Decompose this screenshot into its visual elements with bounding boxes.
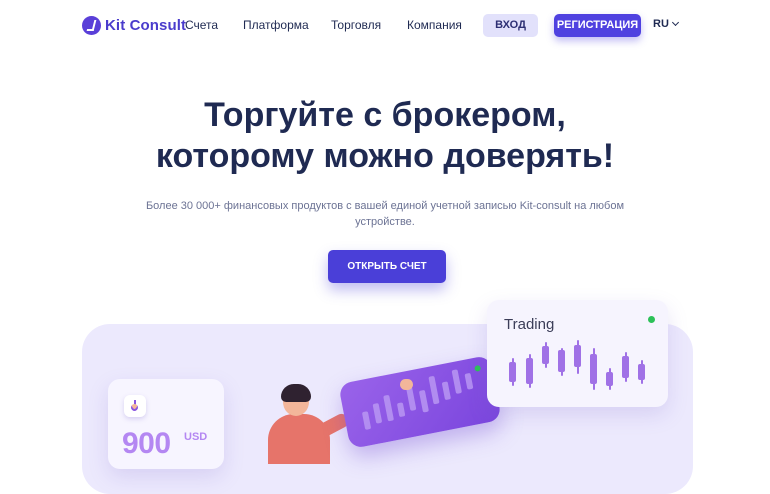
nav-trading[interactable]: Торговля bbox=[331, 18, 381, 32]
logo-text: Kit Consult bbox=[105, 16, 187, 34]
logo[interactable]: Kit Consult bbox=[82, 14, 186, 36]
deposit-amount: 900 bbox=[122, 427, 171, 460]
trading-status-dot bbox=[648, 316, 655, 323]
register-button[interactable]: РЕГИСТРАЦИЯ bbox=[554, 14, 641, 37]
nav-platform[interactable]: Платформа bbox=[243, 18, 309, 32]
nav-company[interactable]: Компания bbox=[407, 18, 462, 32]
deposit-currency: USD bbox=[184, 431, 208, 443]
hero-subtitle: Более 30 000+ финансовых продуктов с ваш… bbox=[145, 200, 625, 228]
person-illustration bbox=[268, 380, 351, 464]
trading-label: Trading bbox=[504, 316, 555, 333]
hero-title: Торгуйте с брокером, которому можно дове… bbox=[0, 95, 770, 177]
chevron-down-icon bbox=[671, 18, 679, 27]
logo-mark-icon bbox=[82, 15, 101, 35]
download-arrow-icon bbox=[124, 395, 146, 417]
language-label: RU bbox=[653, 18, 669, 30]
open-account-button[interactable]: ОТКРЫТЬ СЧЕТ bbox=[328, 250, 446, 283]
deposit-card: 900 USD bbox=[108, 379, 224, 469]
hero-title-line-1: Торгуйте с брокером, bbox=[204, 96, 566, 134]
trading-card: Trading bbox=[487, 300, 668, 407]
login-button[interactable]: ВХОД bbox=[483, 14, 538, 37]
language-selector[interactable]: RU bbox=[653, 18, 679, 30]
nav-accounts[interactable]: Счета bbox=[185, 18, 218, 32]
hero-title-line-2: которому можно доверять! bbox=[155, 137, 615, 175]
site-header: Kit Consult Счета Платформа Торговля Ком… bbox=[0, 0, 770, 50]
hand-illustration bbox=[400, 379, 413, 390]
